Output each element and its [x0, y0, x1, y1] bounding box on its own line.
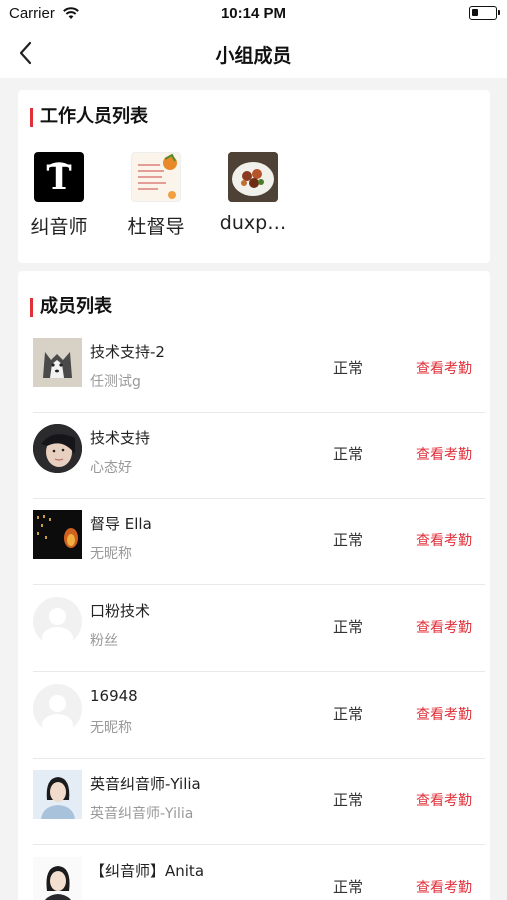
- member-name: 【纠音师】Anita: [90, 862, 205, 880]
- members-section-title: 成员列表: [30, 296, 112, 318]
- member-name: 督导 Ella: [90, 515, 152, 533]
- member-status: 正常: [333, 445, 364, 463]
- staff-avatar: [228, 152, 278, 202]
- member-row[interactable]: 【纠音师】Anita 正常 查看考勤: [33, 846, 485, 900]
- view-attendance-link[interactable]: 查看考勤: [416, 530, 472, 550]
- members-card: 成员列表 技术支持-2 任测试g 正常 查看考勤 技术支持 心态好 正常 查看考…: [18, 271, 490, 900]
- staff-name: 杜督导: [127, 216, 185, 238]
- staff-avatar: [131, 152, 181, 202]
- member-name: 英音纠音师-Yilia: [90, 775, 201, 793]
- member-row[interactable]: 口粉技术 粉丝 正常 查看考勤: [33, 586, 485, 672]
- member-nickname: 心态好: [90, 460, 132, 476]
- member-row[interactable]: 技术支持-2 任测试g 正常 查看考勤: [33, 327, 485, 413]
- view-attendance-link[interactable]: 查看考勤: [416, 358, 472, 378]
- member-row[interactable]: 技术支持 心态好 正常 查看考勤: [33, 413, 485, 499]
- member-status: 正常: [333, 878, 364, 896]
- staff-item[interactable]: 杜督导: [108, 152, 204, 239]
- staff-section-title: 工作人员列表: [30, 106, 148, 128]
- staff-name: 纠音师: [30, 216, 88, 238]
- view-attendance-link[interactable]: 查看考勤: [416, 790, 472, 810]
- member-nickname: 无昵称: [90, 546, 132, 562]
- staff-item[interactable]: T 纠音师: [11, 152, 107, 239]
- member-row[interactable]: 英音纠音师-Yilia 英音纠音师-Yilia 正常 查看考勤: [33, 759, 485, 845]
- member-row[interactable]: 督导 Ella 无昵称 正常 查看考勤: [33, 499, 485, 585]
- member-name: 16948: [90, 687, 138, 705]
- page-title: 小组成员: [215, 45, 292, 67]
- member-avatar: [33, 424, 82, 473]
- member-avatar: [33, 770, 82, 819]
- member-status: 正常: [333, 359, 364, 377]
- member-nickname: 英音纠音师-Yilia: [90, 806, 194, 822]
- view-attendance-link[interactable]: 查看考勤: [416, 877, 472, 897]
- staff-avatar: T: [34, 152, 84, 202]
- member-nickname: 粉丝: [90, 633, 118, 649]
- member-nickname: 无昵称: [90, 720, 132, 736]
- member-avatar: [33, 510, 82, 559]
- member-avatar: [33, 338, 82, 387]
- status-bar: Carrier 10:14 PM: [0, 0, 507, 28]
- battery-icon: [469, 6, 500, 20]
- member-row[interactable]: 16948 无昵称 正常 查看考勤: [33, 673, 485, 759]
- member-name: 口粉技术: [90, 602, 151, 620]
- member-status: 正常: [333, 531, 364, 549]
- staff-name: duxp…: [219, 212, 287, 234]
- member-name: 技术支持: [90, 429, 151, 447]
- staff-item[interactable]: duxp…: [205, 152, 301, 234]
- member-nickname: 任测试g: [90, 374, 141, 390]
- default-avatar-icon: [33, 684, 82, 733]
- default-avatar-icon: [33, 597, 82, 646]
- view-attendance-link[interactable]: 查看考勤: [416, 704, 472, 724]
- member-status: 正常: [333, 791, 364, 809]
- navigation-bar: 小组成员: [0, 28, 507, 78]
- view-attendance-link[interactable]: 查看考勤: [416, 617, 472, 637]
- member-avatar: [33, 857, 82, 900]
- member-status: 正常: [333, 618, 364, 636]
- clock: 10:14 PM: [220, 5, 287, 22]
- view-attendance-link[interactable]: 查看考勤: [416, 444, 472, 464]
- member-name: 技术支持-2: [90, 343, 165, 361]
- member-status: 正常: [333, 705, 364, 723]
- staff-card: 工作人员列表 T 纠音师 杜督导 duxp…: [18, 90, 490, 263]
